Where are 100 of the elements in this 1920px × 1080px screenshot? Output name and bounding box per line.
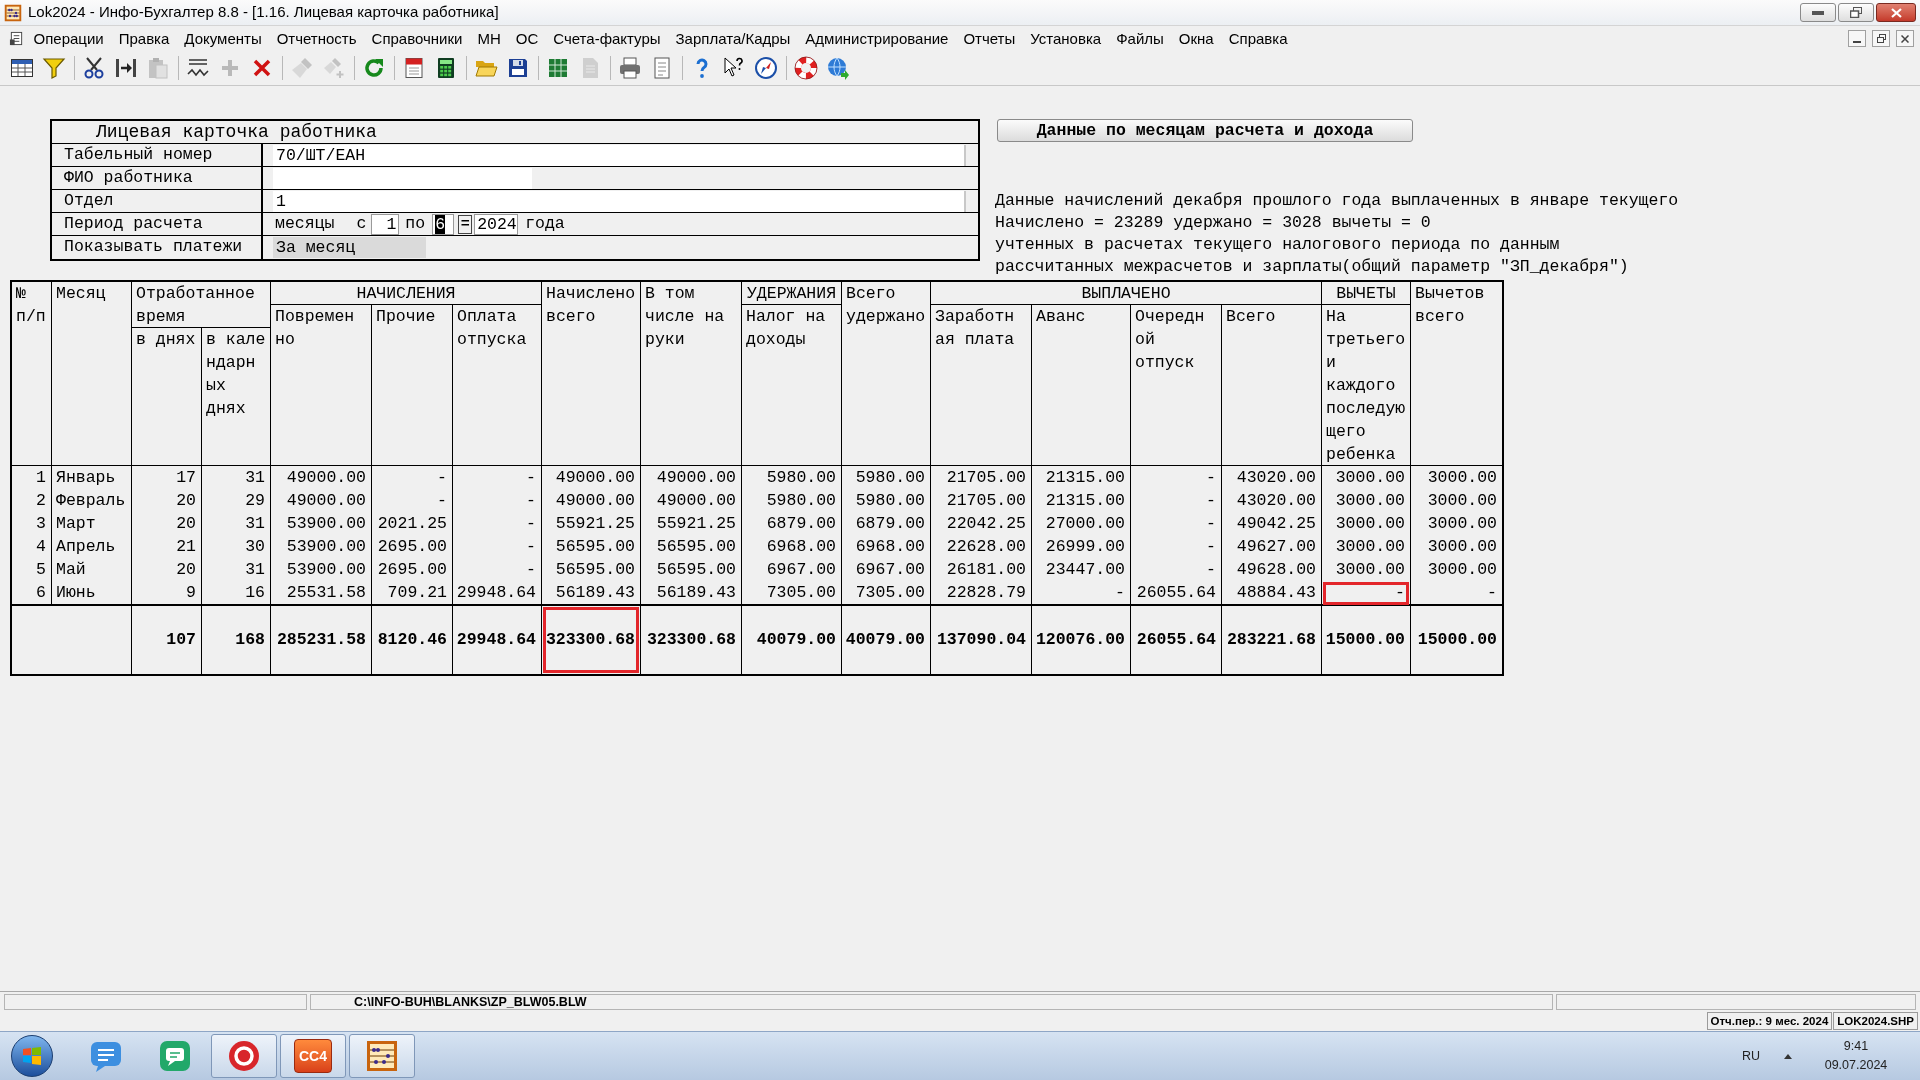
filter-icon[interactable]	[42, 56, 66, 80]
form-title: Лицевая карточка работника	[52, 121, 978, 144]
input-field[interactable]: 1	[371, 213, 400, 235]
menu-item[interactable]: Зарплата/Кадры	[668, 27, 798, 50]
printer-icon[interactable]	[618, 56, 642, 80]
refresh-icon[interactable]	[362, 56, 386, 80]
menu-item[interactable]: Установка	[1022, 27, 1109, 50]
monthly-data-button[interactable]: Данные по месяцам расчета и дохода	[997, 119, 1413, 142]
table-cell-text: 29948.64	[456, 582, 536, 604]
column-header: Месяц	[52, 282, 132, 466]
close-button[interactable]	[1876, 3, 1916, 22]
menu-item[interactable]: Справочники	[364, 27, 470, 50]
table-cell-text: 5980.00	[855, 490, 925, 512]
scissors-icon[interactable]	[82, 56, 106, 80]
spreadsheet-icon[interactable]	[546, 56, 570, 80]
start-button[interactable]	[11, 1035, 53, 1077]
close-button[interactable]	[1896, 30, 1914, 47]
table-cell-text: 7305.00	[855, 582, 925, 604]
save-icon[interactable]	[506, 56, 530, 80]
table-cell-text: 709.21	[387, 582, 447, 604]
table-cell-text: 49000.00	[286, 490, 366, 512]
menu-item[interactable]: Правка	[111, 27, 177, 50]
table-cell-text: 27000.00	[1045, 513, 1125, 535]
table-cell-text: 4	[36, 536, 46, 558]
menu-item[interactable]: Отчетность	[269, 27, 365, 50]
clock-time[interactable]: 9:41	[1843, 1037, 1869, 1056]
table-cell-text: -	[1206, 467, 1216, 489]
table-cell-text: 40079.00	[756, 628, 836, 651]
status-file: LOK2024.SHP	[1833, 1012, 1918, 1030]
table-cell-text: -	[526, 467, 536, 489]
table-cell-text: 283221.68	[1226, 628, 1316, 651]
info-text: учтенных в расчетах текущего налогового периода по данным	[995, 234, 1561, 256]
minimize-button[interactable]	[1800, 3, 1836, 22]
caret-up-icon[interactable]	[1784, 1053, 1792, 1059]
table-cell-text: 49000.00	[555, 490, 635, 512]
table-cell-text: 31	[245, 559, 265, 581]
table-cell-text: 53900.00	[286, 536, 366, 558]
menu-item[interactable]: Счета-фактуры	[545, 27, 669, 50]
table-cell-text: 43020.00	[1236, 490, 1316, 512]
input-field[interactable]: 6	[432, 213, 455, 235]
table-cell-text: 5980.00	[855, 467, 925, 489]
restore-button[interactable]	[1838, 3, 1874, 22]
table-cell-text: Январь	[56, 467, 116, 489]
menu-item[interactable]: ОС	[508, 27, 546, 50]
table-cell-text: -	[437, 467, 447, 489]
calendar-icon[interactable]	[402, 56, 426, 80]
input-field[interactable]: 70/ШТ/ЕАН	[273, 144, 966, 166]
table-cell-text: 323300.68	[545, 628, 635, 651]
menu-item[interactable]: МН	[469, 27, 509, 50]
input-field[interactable]: 1	[273, 190, 966, 212]
compass-icon[interactable]	[754, 56, 778, 80]
menu-item[interactable]: Справка	[1221, 27, 1296, 50]
globe-icon[interactable]	[826, 56, 850, 80]
table-cell-text: -	[526, 513, 536, 535]
menu-item[interactable]: Окна	[1171, 27, 1222, 50]
table-cell-text: 6967.00	[855, 559, 925, 581]
minimize-icon	[1812, 10, 1824, 15]
page-menu-icon[interactable]	[9, 31, 24, 46]
table-cell-text: -	[437, 490, 447, 512]
table-cell-text: 6	[36, 582, 46, 604]
field-label: по	[405, 212, 426, 235]
table-cell-text: 26181.00	[946, 559, 1026, 581]
table-cell-text: 285231.58	[276, 628, 366, 651]
table-cell-text: 6879.00	[855, 513, 925, 535]
table-cell-text: -	[1487, 582, 1497, 604]
table-cell-text: 107	[166, 628, 196, 651]
table-cell-text: 15000.00	[1325, 628, 1405, 651]
menu-item[interactable]: Документы	[176, 27, 270, 50]
column-group-header: УДЕРЖАНИЯ	[742, 282, 842, 305]
equals-button[interactable]: =	[458, 214, 473, 234]
taskbar-button[interactable]	[211, 1034, 277, 1078]
restore-button[interactable]	[1872, 30, 1890, 47]
clock-date[interactable]: 09.07.2024	[1824, 1056, 1888, 1075]
menu-item[interactable]: Операции	[26, 27, 112, 50]
menu-item[interactable]: Файлы	[1108, 27, 1172, 50]
minimize-button[interactable]	[1848, 30, 1866, 47]
table-cell-text: -	[526, 559, 536, 581]
table-cell-text: 20	[176, 490, 196, 512]
restore-icon	[1850, 7, 1862, 18]
table-cell-text: Июнь	[56, 582, 96, 604]
close-icon	[1890, 7, 1902, 18]
column-header: Аванс	[1032, 305, 1131, 466]
table-cell-text: 43020.00	[1236, 467, 1316, 489]
language-indicator[interactable]: RU	[1737, 1046, 1764, 1066]
arrow-between-bars-icon[interactable]	[114, 56, 138, 80]
dropdown-field[interactable]: За месяц	[273, 237, 426, 258]
table-icon[interactable]	[10, 56, 34, 80]
input-field[interactable]: 2024	[474, 213, 519, 235]
table-cell-text: 29	[245, 490, 265, 512]
table-cell-text: 25531.58	[286, 582, 366, 604]
menu-item[interactable]: Администрирование	[797, 27, 956, 50]
column-header: Начислено всего	[542, 282, 641, 466]
table-cell-text: 5980.00	[766, 467, 836, 489]
table-cell-text: 53900.00	[286, 513, 366, 535]
lifebuoy-icon[interactable]	[794, 56, 818, 80]
table-cell-text: 120076.00	[1035, 628, 1125, 651]
taskbar-button[interactable]	[349, 1034, 415, 1078]
pointer-help-icon[interactable]	[722, 56, 746, 80]
menu-item[interactable]: Отчеты	[955, 27, 1023, 50]
input-field[interactable]	[273, 167, 532, 189]
